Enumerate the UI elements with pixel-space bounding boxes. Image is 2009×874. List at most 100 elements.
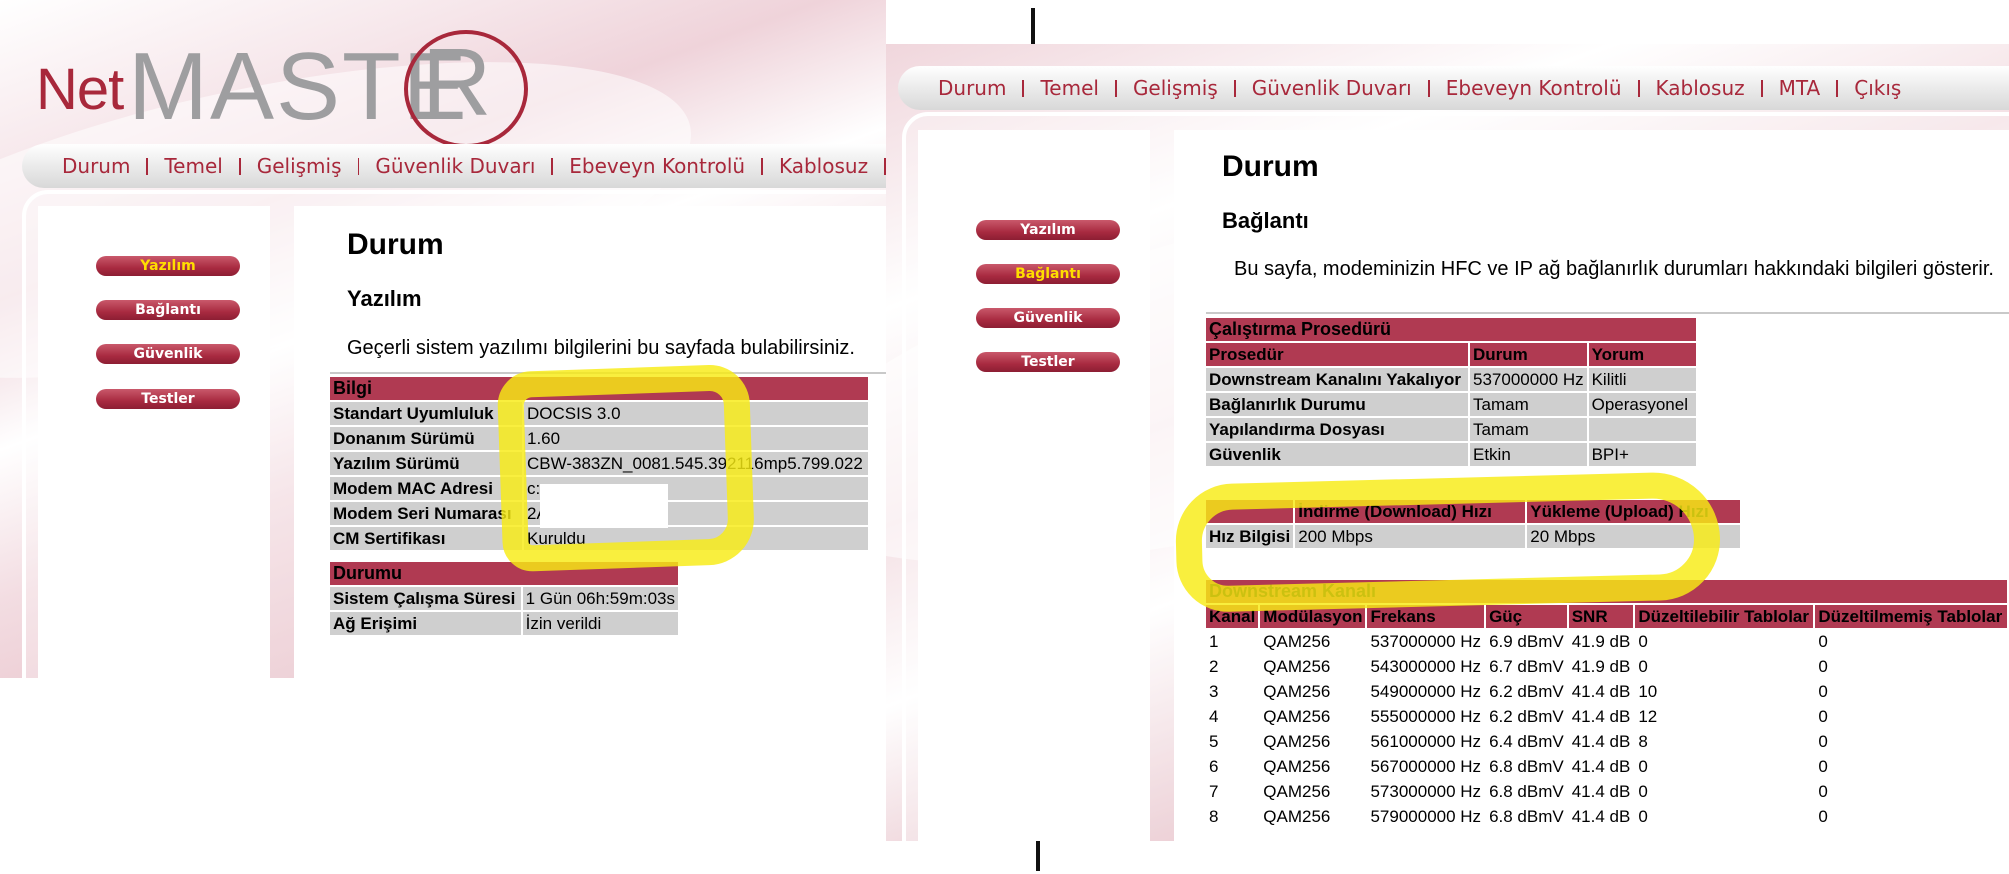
nav-separator [238, 157, 241, 175]
cell: 41.4 dB [1568, 680, 1634, 703]
cell: 0 [1635, 755, 1814, 778]
cell: Tamam [1470, 418, 1587, 441]
divider-top [1031, 8, 1035, 44]
nav-kablosuz[interactable]: Kablosuz [1656, 76, 1745, 100]
sidebar-item-yazilim[interactable]: Yazılım [96, 256, 240, 276]
row-label: Modem Seri Numarası [330, 502, 522, 525]
nav-separator [1114, 79, 1117, 97]
cell: QAM256 [1260, 705, 1366, 728]
cell: 0 [1815, 680, 2007, 703]
nav-separator [1760, 79, 1763, 97]
cell: 5 [1206, 730, 1259, 753]
nav-gelismis[interactable]: Gelişmiş [257, 154, 342, 178]
nav-ebeveyn-kontrolu[interactable]: Ebeveyn Kontrolü [1446, 76, 1622, 100]
table-row: Yapılandırma Dosyası Tamam [1206, 418, 1696, 441]
column-header: Yorum [1588, 343, 1696, 366]
table-row: 4 QAM256 555000000 Hz 6.2 dBmV 41.4 dB 12 0 [1206, 705, 2007, 728]
cell: QAM256 [1260, 780, 1366, 803]
logo-ring: R [404, 29, 528, 148]
sidebar-item-testler[interactable]: Testler [976, 352, 1120, 372]
column-header: Prosedür [1206, 343, 1468, 366]
sidebar-item-guvenlik[interactable]: Güvenlik [96, 344, 240, 364]
page-title: Durum [1222, 150, 1319, 183]
nav-gelismis[interactable]: Gelişmiş [1133, 76, 1218, 100]
netmaster-logo: Net MASTE R [36, 22, 528, 148]
nav-durum[interactable]: Durum [938, 76, 1006, 100]
cell: 8 [1635, 730, 1814, 753]
page-description: Geçerli sistem yazılımı bilgilerini bu s… [347, 337, 855, 359]
cell: Etkin [1470, 443, 1587, 466]
cell: 543000000 Hz [1367, 655, 1485, 678]
cell: 579000000 Hz [1367, 805, 1485, 828]
cell: 6.9 dBmV [1486, 630, 1567, 653]
column-header: Düzeltilmemiş Tablolar [1815, 605, 2007, 628]
nav-durum[interactable]: Durum [62, 154, 130, 178]
row-label: Ağ Erişimi [330, 612, 521, 635]
nav-cikis[interactable]: Çıkış [1854, 76, 1901, 100]
nav-guvenlik-duvari[interactable]: Güvenlik Duvarı [375, 154, 535, 178]
nav-ebeveyn-kontrolu[interactable]: Ebeveyn Kontrolü [569, 154, 745, 178]
table-row: 6 QAM256 567000000 Hz 6.8 dBmV 41.4 dB 0 0 [1206, 755, 2007, 778]
nav-temel[interactable]: Temel [1040, 76, 1098, 100]
nav-mta[interactable]: MTA [1779, 76, 1821, 100]
cell: 41.4 dB [1568, 705, 1634, 728]
cell: 6.7 dBmV [1486, 655, 1567, 678]
cell: 0 [1815, 630, 2007, 653]
nav-separator [1637, 79, 1640, 97]
column-header: Güç [1486, 605, 1567, 628]
downstream-table: Downstream Kanalı Kanal Modülasyon Freka… [1204, 578, 2009, 830]
row-label: Donanım Sürümü [330, 427, 522, 450]
nav-guvenlik-duvari[interactable]: Güvenlik Duvarı [1252, 76, 1412, 100]
cell: 10 [1635, 680, 1814, 703]
cell: 41.4 dB [1568, 780, 1634, 803]
table-row: Güvenlik Etkin BPI+ [1206, 443, 1696, 466]
nav-temel[interactable]: Temel [164, 154, 222, 178]
main-nav: Durum Temel Gelişmiş Güvenlik Duvarı Ebe… [898, 66, 2009, 110]
sidebar-item-yazilim[interactable]: Yazılım [976, 220, 1120, 240]
cell: 0 [1815, 805, 2007, 828]
cell: 41.4 dB [1568, 730, 1634, 753]
cell: 561000000 Hz [1367, 730, 1485, 753]
table-row: 5 QAM256 561000000 Hz 6.4 dBmV 41.4 dB 8 0 [1206, 730, 2007, 753]
cell: 0 [1815, 755, 2007, 778]
cell: 4 [1206, 705, 1259, 728]
nav-separator [761, 157, 763, 175]
column-header: SNR [1568, 605, 1634, 628]
nav-separator [1836, 79, 1839, 97]
table-row: Bağlanırlık Durumu Tamam Operasyonel [1206, 393, 1696, 416]
cell: 0 [1815, 730, 2007, 753]
cell: 6.4 dBmV [1486, 730, 1567, 753]
cell: 573000000 Hz [1367, 780, 1485, 803]
table-row: Ağ Erişimi İzin verildi [330, 612, 678, 635]
cell: QAM256 [1260, 755, 1366, 778]
downstream-rows: 1 QAM256 537000000 Hz 6.9 dBmV 41.9 dB 0 0 2 QAM… [1206, 630, 2007, 828]
logo-r-text: R [422, 29, 494, 136]
column-header: Durum [1470, 343, 1587, 366]
sidebar-item-baglanti[interactable]: Bağlantı [96, 300, 240, 320]
sidebar: Yazılım Bağlantı Güvenlik Testler [38, 206, 270, 678]
sidebar-item-guvenlik[interactable]: Güvenlik [976, 308, 1120, 328]
nav-separator [1427, 79, 1430, 97]
cell: 41.9 dB [1568, 655, 1634, 678]
cell: 1 [1206, 630, 1259, 653]
main-nav: Durum Temel Gelişmiş Güvenlik Duvarı Ebe… [22, 144, 886, 188]
cell: 0 [1815, 655, 2007, 678]
cell: QAM256 [1260, 655, 1366, 678]
nav-kablosuz[interactable]: Kablosuz [779, 154, 868, 178]
divider-bottom [1036, 841, 1040, 871]
cell: 41.9 dB [1568, 630, 1634, 653]
table-row: 2 QAM256 543000000 Hz 6.7 dBmV 41.9 dB 0 0 [1206, 655, 2007, 678]
cell: Bağlanırlık Durumu [1206, 393, 1468, 416]
row-value: 1 Gün 06h:59m:03s [522, 587, 678, 610]
sidebar-item-testler[interactable]: Testler [96, 389, 240, 409]
section-title: Yazılım [347, 286, 422, 311]
sidebar-item-baglanti[interactable]: Bağlantı [976, 264, 1120, 284]
table-row: 3 QAM256 549000000 Hz 6.2 dBmV 41.4 dB 10 0 [1206, 680, 2007, 703]
nav-separator [146, 157, 149, 175]
cell: Kilitli [1588, 368, 1696, 391]
cell: 0 [1635, 805, 1814, 828]
column-header: Düzeltilebilir Tablolar [1635, 605, 1814, 628]
table-row: Sistem Çalışma Süresi 1 Gün 06h:59m:03s [330, 587, 678, 610]
column-header: Frekans [1367, 605, 1485, 628]
table-row: 1 QAM256 537000000 Hz 6.9 dBmV 41.9 dB 0 0 [1206, 630, 2007, 653]
